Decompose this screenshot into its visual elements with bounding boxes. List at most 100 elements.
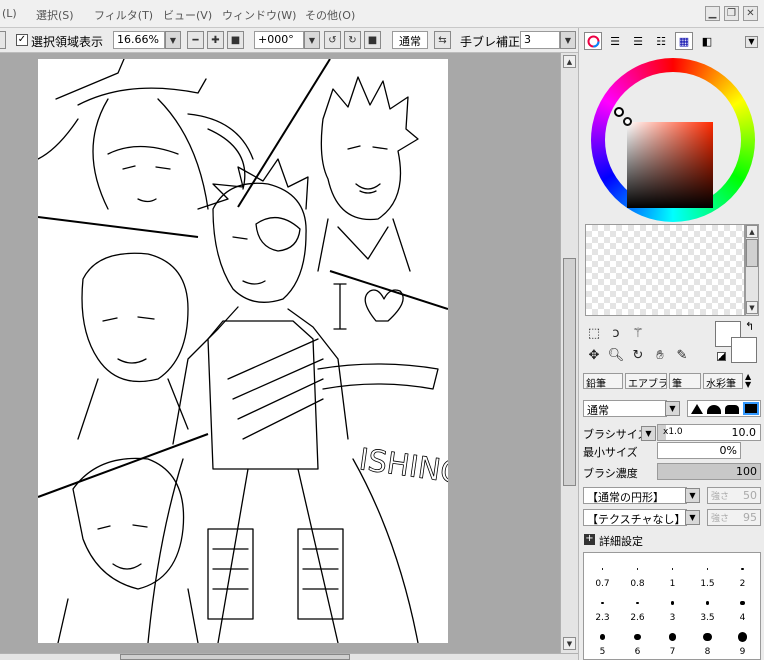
brush-size-preset[interactable]: 3: [656, 591, 689, 623]
lasso-icon[interactable]: ↄ: [607, 324, 625, 342]
minimize-icon[interactable]: ▁: [705, 6, 720, 21]
magic-wand-icon[interactable]: ⚚: [629, 324, 647, 342]
chevron-down-icon[interactable]: ▼: [560, 31, 576, 49]
rotation-select[interactable]: +000°: [254, 31, 304, 49]
scroll-down-icon[interactable]: ▼: [563, 637, 576, 650]
brush-shape-round-icon[interactable]: [707, 405, 721, 414]
stabilizer-select[interactable]: 3: [520, 31, 560, 49]
eyedropper-icon[interactable]: ✎: [673, 346, 691, 364]
chevron-down-icon[interactable]: ▼: [641, 426, 656, 441]
brush-size-preset[interactable]: 1.5: [691, 557, 724, 589]
brush-blend-select[interactable]: 通常: [583, 400, 667, 417]
brush-size-preset[interactable]: 2: [726, 557, 759, 589]
brush-size-preset[interactable]: 2.6: [621, 591, 654, 623]
canvas-vertical-scrollbar[interactable]: ▲ ▼: [560, 53, 578, 653]
menu-select[interactable]: 選択(S): [36, 7, 74, 23]
brush-size-preset[interactable]: 8: [691, 625, 724, 657]
zoom-out-icon[interactable]: ━: [187, 31, 204, 49]
chevron-down-icon[interactable]: ▼: [304, 31, 320, 49]
panel-menu-chevron-icon[interactable]: ▼: [745, 36, 758, 48]
rgb-slider-icon[interactable]: ☰: [606, 32, 624, 50]
brush-size-preset[interactable]: 9: [726, 625, 759, 657]
scroll-up-icon[interactable]: ▲: [563, 55, 576, 68]
brush-size-preset[interactable]: 0.8: [621, 557, 654, 589]
menu-other[interactable]: その他(O): [305, 7, 355, 23]
zoom-reset-icon[interactable]: ■: [227, 31, 244, 49]
brush-shape-select[interactable]: 【通常の円形】: [583, 487, 687, 504]
brush-size-preset[interactable]: 5: [586, 625, 619, 657]
brush-size-preset[interactable]: 2.3: [586, 591, 619, 623]
brush-shape-square-icon[interactable]: [743, 402, 759, 415]
brush-tab-airbrush[interactable]: エアブラシ: [625, 373, 667, 389]
brush-size-preset[interactable]: 7: [656, 625, 689, 657]
canvas-horizontal-scrollbar[interactable]: [0, 653, 578, 660]
expand-icon[interactable]: +: [584, 534, 595, 545]
hand-icon[interactable]: ✋︎: [651, 346, 669, 364]
saturation-value-square[interactable]: [627, 122, 713, 208]
menu-view[interactable]: ビュー(V): [163, 7, 212, 23]
rotate-right-icon[interactable]: ↻: [344, 31, 361, 49]
blend-mode-select[interactable]: 通常: [392, 31, 428, 49]
texture-strength-field[interactable]: 強さ 95: [707, 509, 761, 526]
zoom-in-icon[interactable]: ✚: [207, 31, 224, 49]
artwork-canvas[interactable]: ISHINO: [38, 59, 448, 643]
reset-colors-icon[interactable]: [717, 352, 726, 361]
scroll-down-icon[interactable]: ▼: [746, 301, 758, 314]
brush-size-slider[interactable]: x1.0 10.0: [657, 424, 761, 441]
toolbar-prev-button[interactable]: [0, 31, 6, 49]
color-picker-cursor[interactable]: [623, 117, 632, 126]
zoom-icon[interactable]: 🔍︎: [607, 346, 625, 364]
brush-shape-selector[interactable]: [687, 400, 761, 417]
menu-filter[interactable]: フィルタ(T): [94, 7, 153, 23]
hsv-slider-icon[interactable]: ☰: [629, 32, 647, 50]
show-selection-checkbox[interactable]: ✓: [16, 34, 28, 46]
chevron-down-icon[interactable]: ▼: [165, 31, 181, 49]
flip-icon[interactable]: ⇆: [434, 31, 451, 49]
move-icon[interactable]: ✥: [585, 346, 603, 364]
brush-size-preset[interactable]: 4: [726, 591, 759, 623]
swap-colors-icon[interactable]: ↰: [745, 320, 754, 333]
brush-size-preset[interactable]: 3.5: [691, 591, 724, 623]
scratchpad-area[interactable]: [585, 224, 745, 316]
detail-settings-label[interactable]: 詳細設定: [599, 533, 643, 549]
brush-tab-brush[interactable]: 筆: [669, 373, 701, 389]
scratchpad-scrollbar[interactable]: ▲ ▼: [745, 224, 759, 316]
chevron-down-icon[interactable]: ▼: [665, 401, 680, 416]
brush-tab-scroll-icon[interactable]: ▲ ▼: [745, 373, 751, 389]
hue-marker[interactable]: [614, 107, 624, 117]
scroll-thumb[interactable]: [746, 239, 758, 267]
brush-shape-sharp-icon[interactable]: [691, 404, 703, 414]
shape-strength-field[interactable]: 強さ 50: [707, 487, 761, 504]
chevron-down-icon[interactable]: ▼: [685, 488, 700, 503]
rotate-reset-icon[interactable]: ■: [364, 31, 381, 49]
rotate-left-icon[interactable]: ↺: [324, 31, 341, 49]
brush-shape-flat-icon[interactable]: [725, 405, 739, 414]
brush-tab-watercolor[interactable]: 水彩筆: [703, 373, 743, 389]
close-icon[interactable]: ✕: [743, 6, 758, 21]
brush-dot-icon: [706, 568, 709, 570]
rotate-icon[interactable]: ↻: [629, 346, 647, 364]
brush-size-preset[interactable]: 0.7: [586, 557, 619, 589]
zoom-select[interactable]: 16.66%: [113, 31, 165, 49]
menu-window[interactable]: ウィンドウ(W): [222, 7, 296, 23]
brush-size-preset[interactable]: 6: [621, 625, 654, 657]
menu-layer[interactable]: (L): [2, 7, 17, 20]
min-size-slider[interactable]: 0%: [657, 442, 741, 459]
canvas-area[interactable]: ISHINO: [0, 53, 560, 653]
brush-tab-pencil[interactable]: 鉛筆: [583, 373, 623, 389]
scroll-thumb[interactable]: [563, 258, 576, 486]
secondary-color-swatch[interactable]: [731, 337, 757, 363]
scroll-thumb[interactable]: [120, 654, 350, 660]
color-wheel[interactable]: [591, 58, 755, 222]
rect-select-icon[interactable]: ⬚: [585, 324, 603, 342]
chevron-down-icon[interactable]: ▼: [685, 510, 700, 525]
texture-select[interactable]: 【テクスチャなし】: [583, 509, 687, 526]
brush-size-preset[interactable]: 1: [656, 557, 689, 589]
scratchpad-icon[interactable]: ◧: [698, 32, 716, 50]
color-wheel-icon[interactable]: [584, 32, 602, 50]
restore-icon[interactable]: ❐: [724, 6, 739, 21]
scroll-up-icon[interactable]: ▲: [746, 225, 758, 238]
palette-list-icon[interactable]: ☷: [652, 32, 670, 50]
swatches-icon[interactable]: ▦: [675, 32, 693, 50]
density-slider[interactable]: 100: [657, 463, 761, 480]
